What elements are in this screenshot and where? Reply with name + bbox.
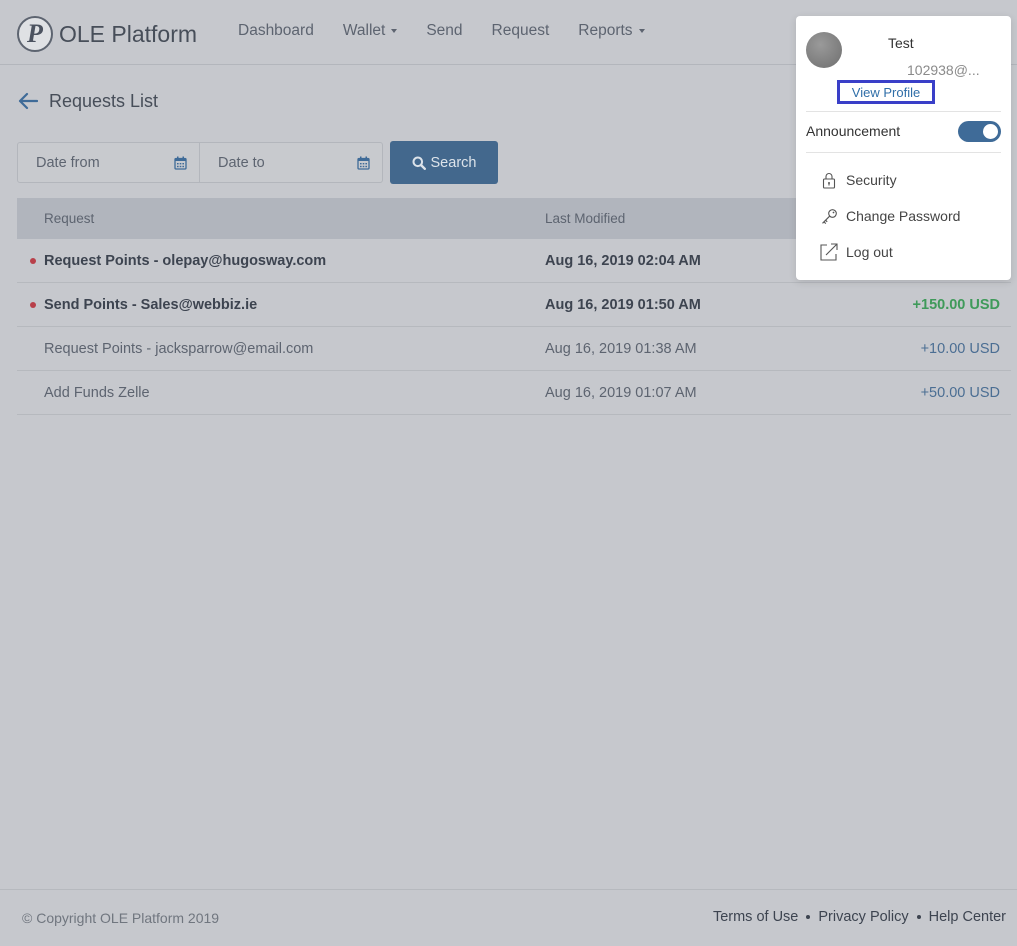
app-name: OLE Platform <box>59 20 198 47</box>
caret-down-icon <box>638 29 645 33</box>
unread-dot <box>30 258 36 264</box>
nav-reports[interactable]: Reports <box>578 22 645 40</box>
app-logo[interactable]: P OLE Platform <box>17 16 197 52</box>
footer: © Copyright OLE Platform 2019 Terms of U… <box>0 889 1017 946</box>
search-button-label: Search <box>430 154 477 171</box>
view-profile-link[interactable]: View Profile <box>837 80 935 104</box>
separator-dot <box>806 915 811 919</box>
date-from-input[interactable]: Date from <box>17 142 200 183</box>
nav-request-label: Request <box>491 22 550 39</box>
divider <box>806 111 1001 112</box>
date-to-input[interactable]: Date to <box>200 142 383 183</box>
row-request: Add Funds Zelle <box>44 384 150 401</box>
nav-reports-label: Reports <box>578 22 633 39</box>
menu-item-security[interactable]: Security <box>820 171 897 189</box>
key-icon <box>820 207 838 225</box>
user-email: 102938@... <box>907 62 980 78</box>
nav-wallet[interactable]: Wallet <box>343 22 398 40</box>
user-dropdown-menu: Test 102938@... View Profile Announcemen… <box>796 16 1011 280</box>
nav-dashboard[interactable]: Dashboard <box>238 22 314 40</box>
row-request: Request Points - jacksparrow@email.com <box>44 340 314 357</box>
announcement-toggle[interactable] <box>958 121 1001 142</box>
row-amount: +150.00 USD <box>912 296 1000 313</box>
avatar <box>806 32 842 68</box>
table-row[interactable]: Request Points - jacksparrow@email.com A… <box>17 327 1011 371</box>
help-center-link[interactable]: Help Center <box>929 909 1006 925</box>
unread-dot <box>30 302 36 308</box>
menu-item-change-password[interactable]: Change Password <box>820 207 960 225</box>
nav-send[interactable]: Send <box>426 22 462 40</box>
copyright-text: © Copyright OLE Platform 2019 <box>22 910 220 926</box>
announcement-label: Announcement <box>806 123 901 139</box>
page-title-row: Requests List <box>17 90 158 112</box>
main-nav: Dashboard Wallet Send Request Reports <box>238 22 674 40</box>
back-arrow-icon[interactable] <box>17 90 39 112</box>
row-request: Send Points - Sales@webbiz.ie <box>44 296 258 313</box>
footer-links: Terms of Use Privacy Policy Help Center <box>713 909 1006 925</box>
search-button[interactable]: Search <box>390 141 498 184</box>
header-request: Request <box>44 211 95 226</box>
table-row[interactable]: Add Funds Zelle Aug 16, 2019 01:07 AM +5… <box>17 371 1011 415</box>
row-date: Aug 16, 2019 01:38 AM <box>545 340 697 357</box>
lock-icon <box>820 171 838 189</box>
toggle-knob <box>983 124 998 139</box>
menu-item-logout[interactable]: Log out <box>820 243 893 261</box>
row-date: Aug 16, 2019 01:50 AM <box>545 296 701 313</box>
row-date: Aug 16, 2019 01:07 AM <box>545 384 697 401</box>
separator-dot <box>916 915 921 919</box>
row-amount: +50.00 USD <box>920 384 1000 401</box>
row-amount: +10.00 USD <box>920 340 1000 357</box>
menu-item-logout-label: Log out <box>846 244 893 260</box>
nav-request[interactable]: Request <box>492 22 550 40</box>
calendar-icon[interactable] <box>357 156 370 174</box>
row-request: Request Points - olepay@hugosway.com <box>44 252 327 269</box>
user-name: Test <box>888 35 914 51</box>
page-title: Requests List <box>49 90 159 111</box>
logo-mark-icon: P <box>17 16 53 52</box>
date-to-placeholder: Date to <box>218 154 265 171</box>
nav-dashboard-label: Dashboard <box>238 22 314 39</box>
nav-send-label: Send <box>426 22 463 39</box>
search-icon <box>412 156 426 170</box>
divider <box>806 152 1001 153</box>
privacy-link[interactable]: Privacy Policy <box>818 909 908 925</box>
menu-item-change-password-label: Change Password <box>846 208 961 224</box>
caret-down-icon <box>391 29 398 33</box>
menu-item-security-label: Security <box>846 172 897 188</box>
row-date: Aug 16, 2019 02:04 AM <box>545 252 701 269</box>
header-last-modified: Last Modified <box>545 211 626 226</box>
table-row[interactable]: Send Points - Sales@webbiz.ie Aug 16, 20… <box>17 283 1011 327</box>
terms-link[interactable]: Terms of Use <box>713 909 798 925</box>
nav-wallet-label: Wallet <box>342 22 386 39</box>
date-from-placeholder: Date from <box>36 154 100 171</box>
external-link-icon <box>820 243 838 261</box>
calendar-icon[interactable] <box>174 156 187 174</box>
